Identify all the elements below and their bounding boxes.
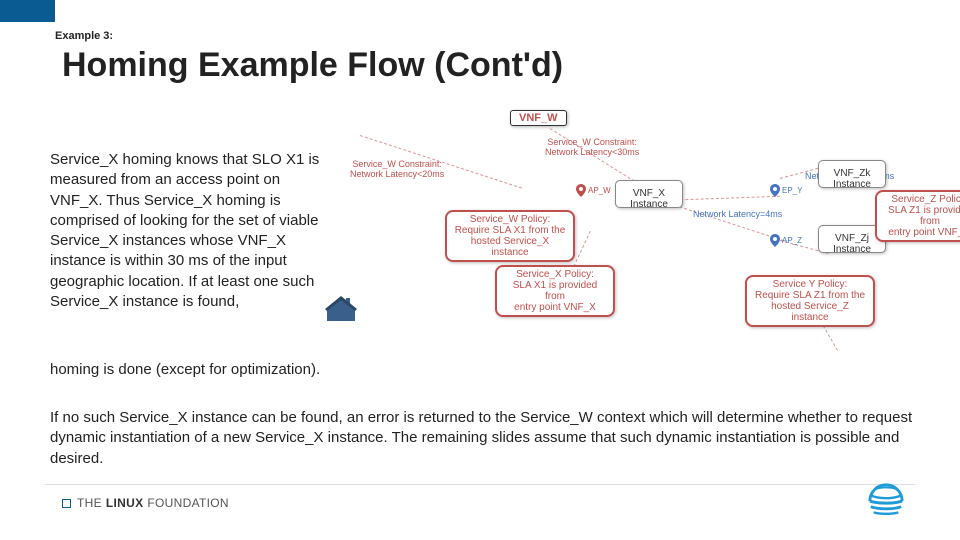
service-x-policy-box: Service_X Policy:SLA X1 is provided from… [495, 265, 615, 317]
paragraph-1-cont: homing is done (except for optimization)… [50, 360, 450, 380]
page-title: Homing Example Flow (Cont'd) [62, 46, 563, 85]
att-logo [867, 482, 905, 520]
ep-y-label: EP_Y [782, 187, 802, 196]
divider [45, 484, 915, 485]
header-accent-bar [0, 0, 55, 22]
vnf-zk-box: VNF_ZkInstance [818, 160, 886, 188]
service-w-constraint2-label: Service_W Constraint:Network Latency<30m… [545, 138, 639, 158]
logo-square-icon [62, 499, 71, 508]
logo-linux: LINUX [106, 496, 144, 510]
ap-z-label: AP_Z [782, 237, 802, 246]
vnf-x-box: VNF_XInstance [615, 180, 683, 208]
logo-the: THE [77, 496, 102, 510]
network-latency-4-label: Network Latency=4ms [693, 210, 782, 220]
slide: Example 3: Homing Example Flow (Cont'd) … [0, 0, 960, 540]
ap-w-label: AP_W [588, 187, 611, 196]
service-z-policy-box: Service_Z Policy:SLA Z1 is provided from… [875, 190, 960, 242]
map-pin-icon [770, 184, 780, 197]
home-icon [325, 295, 357, 323]
architecture-diagram: VNF_W Service_W Constraint:Network Laten… [315, 110, 925, 355]
example-label: Example 3: [55, 30, 113, 42]
linux-foundation-logo: THE LINUX FOUNDATION [62, 496, 229, 510]
paragraph-2: If no such Service_X instance can be fou… [50, 408, 920, 469]
map-pin-icon [770, 234, 780, 247]
service-y-policy-box: Service Y Policy:Require SLA Z1 from the… [745, 275, 875, 327]
vnf-w-box: VNF_W [510, 110, 567, 126]
service-w-policy-box: Service_W Policy:Require SLA X1 from the… [445, 210, 575, 262]
paragraph-1: Service_X homing knows that SLO X1 is me… [50, 150, 330, 312]
logo-foundation: FOUNDATION [147, 496, 228, 510]
map-pin-icon [576, 184, 586, 197]
service-w-constraint-label: Service_W Constraint:Network Latency<20m… [350, 160, 444, 180]
